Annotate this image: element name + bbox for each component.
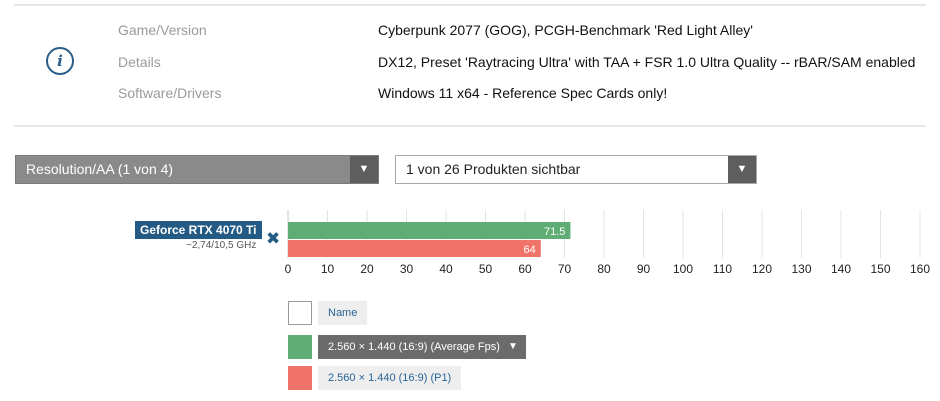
x-tick-label: 60	[518, 262, 532, 276]
legend-name-label[interactable]: Name	[318, 301, 368, 325]
x-tick-label: 150	[870, 262, 890, 276]
x-tick-label: 0	[285, 262, 292, 276]
x-tick-label: 110	[713, 262, 732, 276]
bar	[288, 222, 571, 239]
chevron-down-icon[interactable]: ▼	[508, 335, 518, 359]
x-tick-label: 30	[400, 262, 414, 276]
x-tick-label: 140	[831, 262, 851, 276]
bar-value-label: 71.5	[544, 226, 565, 238]
legend-avg-label: 2.560 × 1.440 (16:9) (Average Fps)	[328, 341, 500, 353]
bar-chart: 0 10 20 30 40 50 60 70 80 90 100 110 120 130 140 150 160…	[285, 210, 930, 276]
legend-p1-label[interactable]: 2.560 × 1.440 (16:9) (P1)	[318, 366, 462, 390]
x-tick-label: 130	[791, 262, 811, 276]
x-tick-label: 100	[673, 262, 693, 276]
legend-name-checkbox[interactable]	[288, 301, 312, 325]
x-tick-label: 70	[558, 262, 572, 276]
x-tick-label: 20	[360, 262, 374, 276]
legend-avg-swatch[interactable]	[288, 335, 312, 359]
x-tick-label: 80	[597, 262, 611, 276]
x-tick-label: 10	[321, 262, 335, 276]
bar	[288, 240, 541, 257]
x-tick-label: 90	[637, 262, 651, 276]
x-tick-label: 160	[910, 262, 930, 276]
x-tick-label: 50	[479, 262, 493, 276]
x-tick-label: 120	[752, 262, 772, 276]
x-tick-label: 40	[439, 262, 453, 276]
bar-value-label: 64	[524, 244, 536, 256]
legend-p1-swatch[interactable]	[288, 366, 312, 390]
legend-avg-button[interactable]: 2.560 × 1.440 (16:9) (Average Fps) ▼	[318, 335, 526, 359]
